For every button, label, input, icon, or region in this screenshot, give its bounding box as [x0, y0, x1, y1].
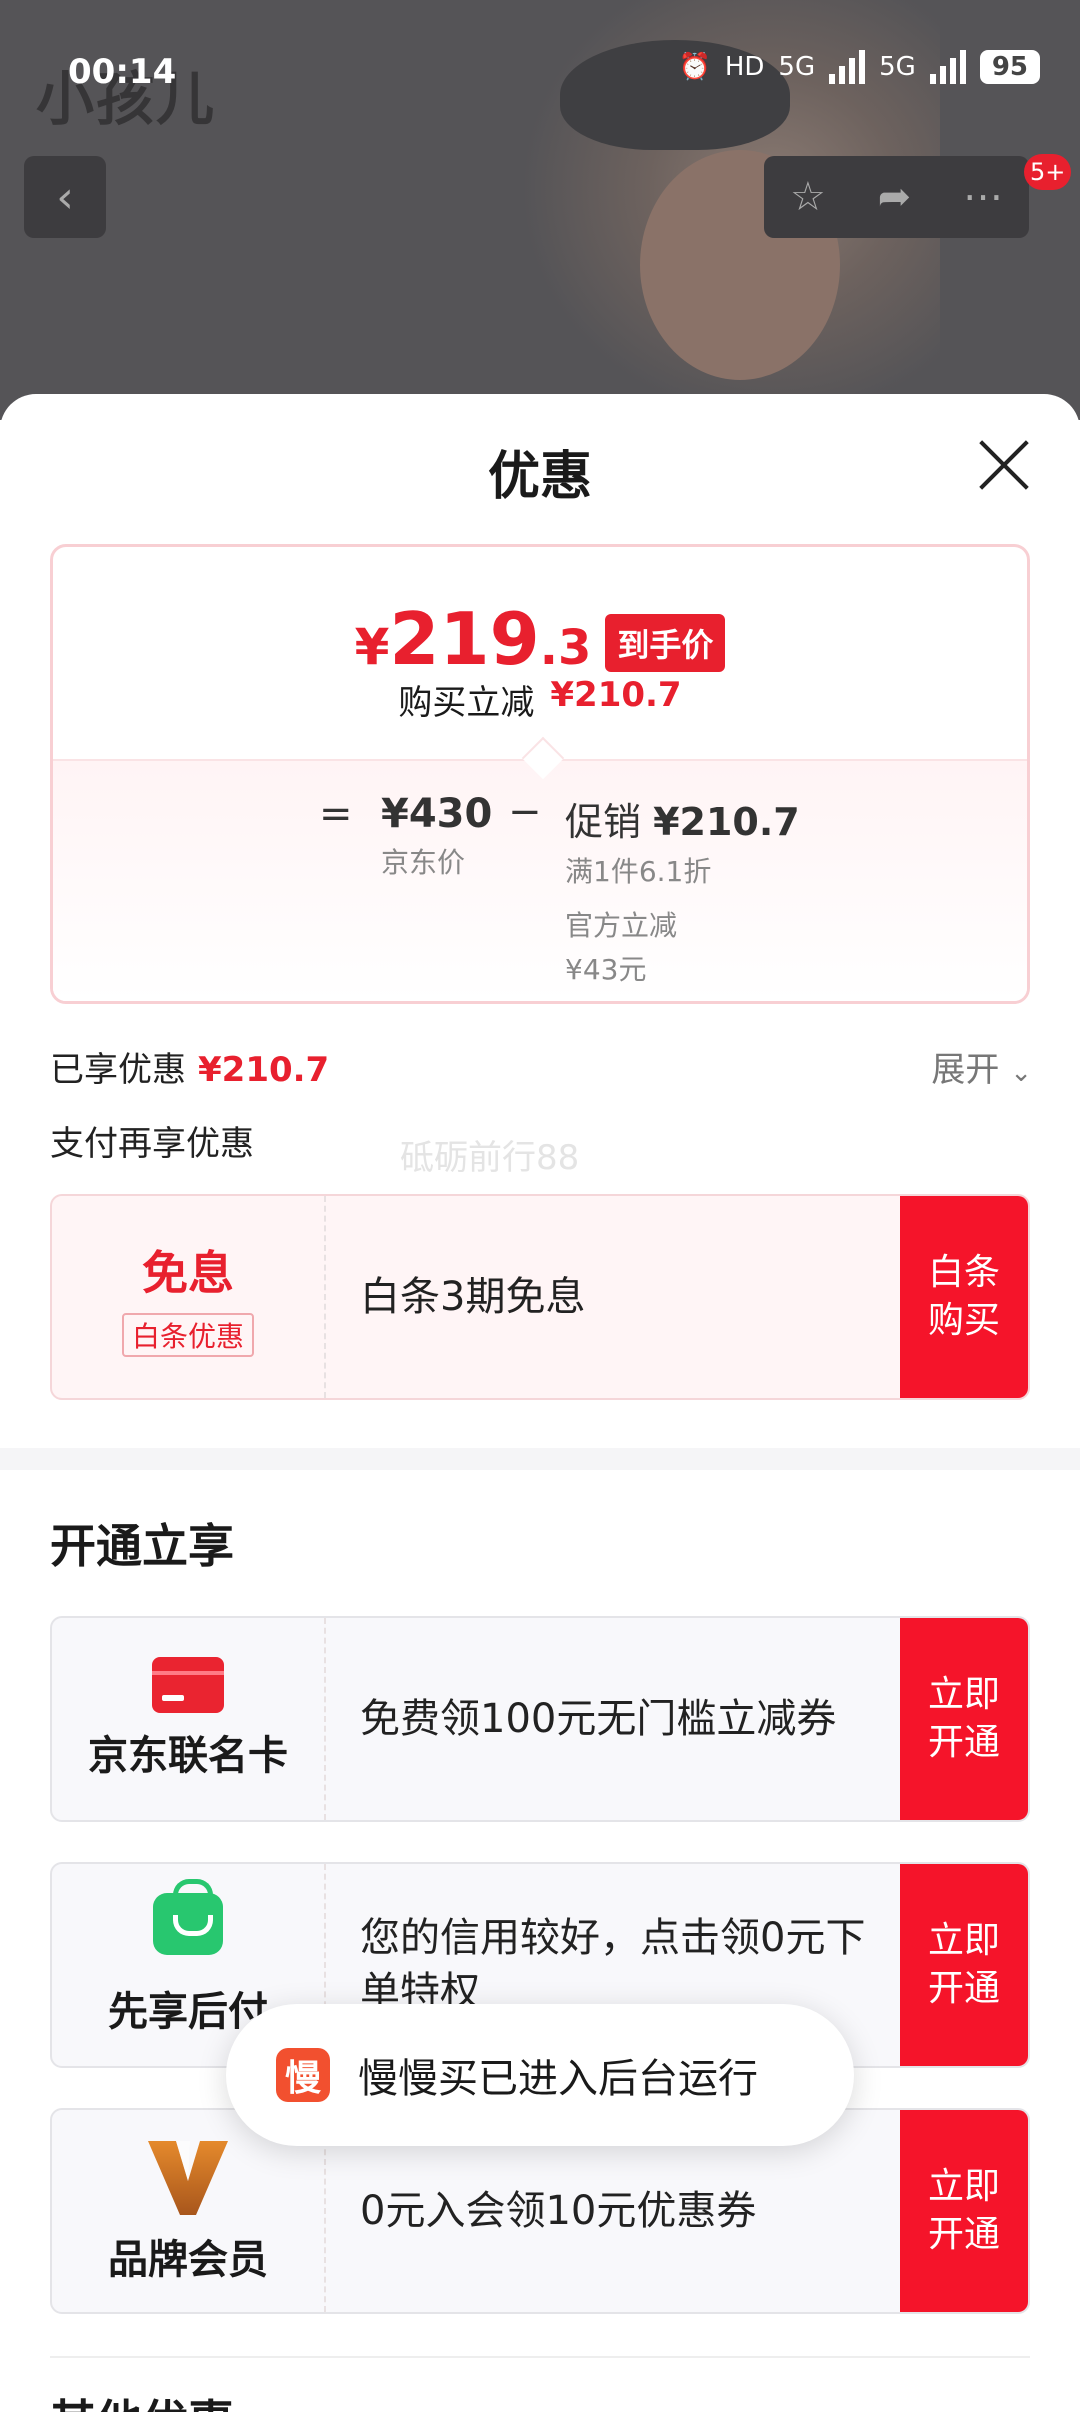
chevron-down-icon: ⌄ — [1010, 1058, 1032, 1088]
offer-desc: 白条3期免息 — [360, 1274, 586, 1320]
signal-icon — [829, 50, 866, 84]
jd-price: ¥430 — [381, 791, 493, 837]
other-offers-title: 其他优惠 — [50, 2386, 234, 2412]
credit-card-icon — [152, 1657, 224, 1713]
status-icons: ⏰ HD 5G 5G 95 — [678, 50, 1040, 84]
offer-name: 京东联名卡 — [88, 1733, 288, 1779]
price-decimal: .3 — [539, 620, 592, 676]
jd-price-label: 京东价 — [381, 846, 466, 879]
open-now-button[interactable]: 立即 开通 — [900, 1618, 1028, 1820]
favorite-star-icon[interactable]: ☆ — [790, 174, 826, 220]
enjoyed-value: ¥210.7 — [198, 1050, 330, 1090]
battery-icon: 95 — [979, 50, 1040, 84]
nav-actions: ☆ ➦ ⋯ — [764, 156, 1029, 238]
section-divider — [0, 1448, 1080, 1470]
promo-value: ¥210.7 — [653, 800, 800, 844]
enjoyed-label: 已享优惠 — [50, 1050, 186, 1090]
open-now-button[interactable]: 立即 开通 — [900, 2110, 1028, 2312]
price-card: ¥ 219 .3 到手价 购买立减 ¥210.7 = ¥430 京东价 − 促销… — [50, 544, 1030, 1004]
chevron-left-icon: ‹ — [56, 171, 74, 223]
offer-name: 品牌会员 — [108, 2237, 268, 2283]
promo-rule: 满1件6.1折 — [565, 855, 712, 888]
official-discount-value: ¥43元 — [565, 953, 647, 986]
jd-price-col: ¥430 京东价 — [381, 791, 492, 881]
share-icon[interactable]: ➦ — [878, 174, 912, 220]
network-label-1: 5G — [778, 52, 816, 82]
open-now-button[interactable]: 立即 开通 — [900, 1864, 1028, 2066]
official-discount-label: 官方立减 — [565, 909, 678, 942]
promo-label: 促销 — [565, 800, 642, 844]
open-section-title: 开通立享 — [50, 1519, 234, 1573]
enjoyed-discount: 已享优惠 ¥210.7 — [50, 1042, 329, 1091]
pay-discount-title: 支付再享优惠 — [50, 1124, 254, 1164]
equals-sign: = — [319, 791, 353, 837]
status-time: 00:14 — [68, 52, 177, 92]
back-button[interactable]: ‹ — [24, 156, 106, 238]
minus-sign: − — [508, 789, 542, 835]
expand-button[interactable]: 展开 ⌄ — [931, 1042, 1032, 1091]
instant-discount: 购买立减 ¥210.7 — [53, 675, 1027, 724]
final-price-tag: 到手价 — [605, 614, 726, 672]
promo-line: 促销 ¥210.7 — [565, 791, 800, 846]
offer-left: 免息 白条优惠 — [52, 1196, 326, 1398]
offer-jd-card: 京东联名卡 免费领100元无门槛立减券 立即 开通 — [50, 1616, 1030, 1822]
close-icon[interactable] — [972, 432, 1036, 496]
manmanmai-app-icon: 慢 — [276, 2048, 330, 2102]
brand-v-icon — [148, 2141, 228, 2215]
expand-label: 展开 — [931, 1050, 1000, 1090]
price-breakdown: = ¥430 京东价 − 促销 ¥210.7 满1件6.1折 官方立减 ¥43元 — [53, 759, 1027, 1001]
baitiao-tag: 白条优惠 — [121, 1313, 254, 1357]
interest-free-title: 免息 — [142, 1246, 234, 1300]
toast-text: 慢慢买已进入后台运行 — [358, 2056, 758, 2102]
watermark: 砥砺前行88 — [400, 1138, 580, 1178]
more-icon[interactable]: ⋯ — [963, 174, 1003, 220]
message-badge: 5+ — [1024, 154, 1072, 190]
interest-free-offer: 免息 白条优惠 白条3期免息 白条 购买 — [50, 1194, 1030, 1400]
signal-icon-2 — [929, 50, 966, 84]
shopping-bag-icon — [153, 1879, 223, 1955]
promo-col: 促销 ¥210.7 满1件6.1折 官方立减 ¥43元 — [565, 791, 800, 988]
hd-icon: HD — [724, 52, 765, 82]
alarm-icon: ⏰ — [678, 52, 711, 82]
baitiao-buy-button[interactable]: 白条 购买 — [900, 1196, 1028, 1398]
bottom-divider — [50, 2356, 1030, 2358]
price-integer: 219 — [389, 597, 540, 681]
price-currency: ¥ — [354, 618, 390, 676]
instant-discount-label: 购买立减 — [398, 683, 535, 723]
network-label-2: 5G — [879, 52, 916, 82]
offer-left: 京东联名卡 — [52, 1618, 326, 1820]
final-price: ¥ 219 .3 到手价 — [53, 597, 1027, 681]
offer-desc: 免费领100元无门槛立减券 — [360, 1696, 837, 1742]
background-running-toast: 慢 慢慢买已进入后台运行 — [226, 2004, 854, 2146]
sheet-title: 优惠 — [487, 447, 592, 507]
instant-discount-value: ¥210.7 — [550, 675, 682, 715]
